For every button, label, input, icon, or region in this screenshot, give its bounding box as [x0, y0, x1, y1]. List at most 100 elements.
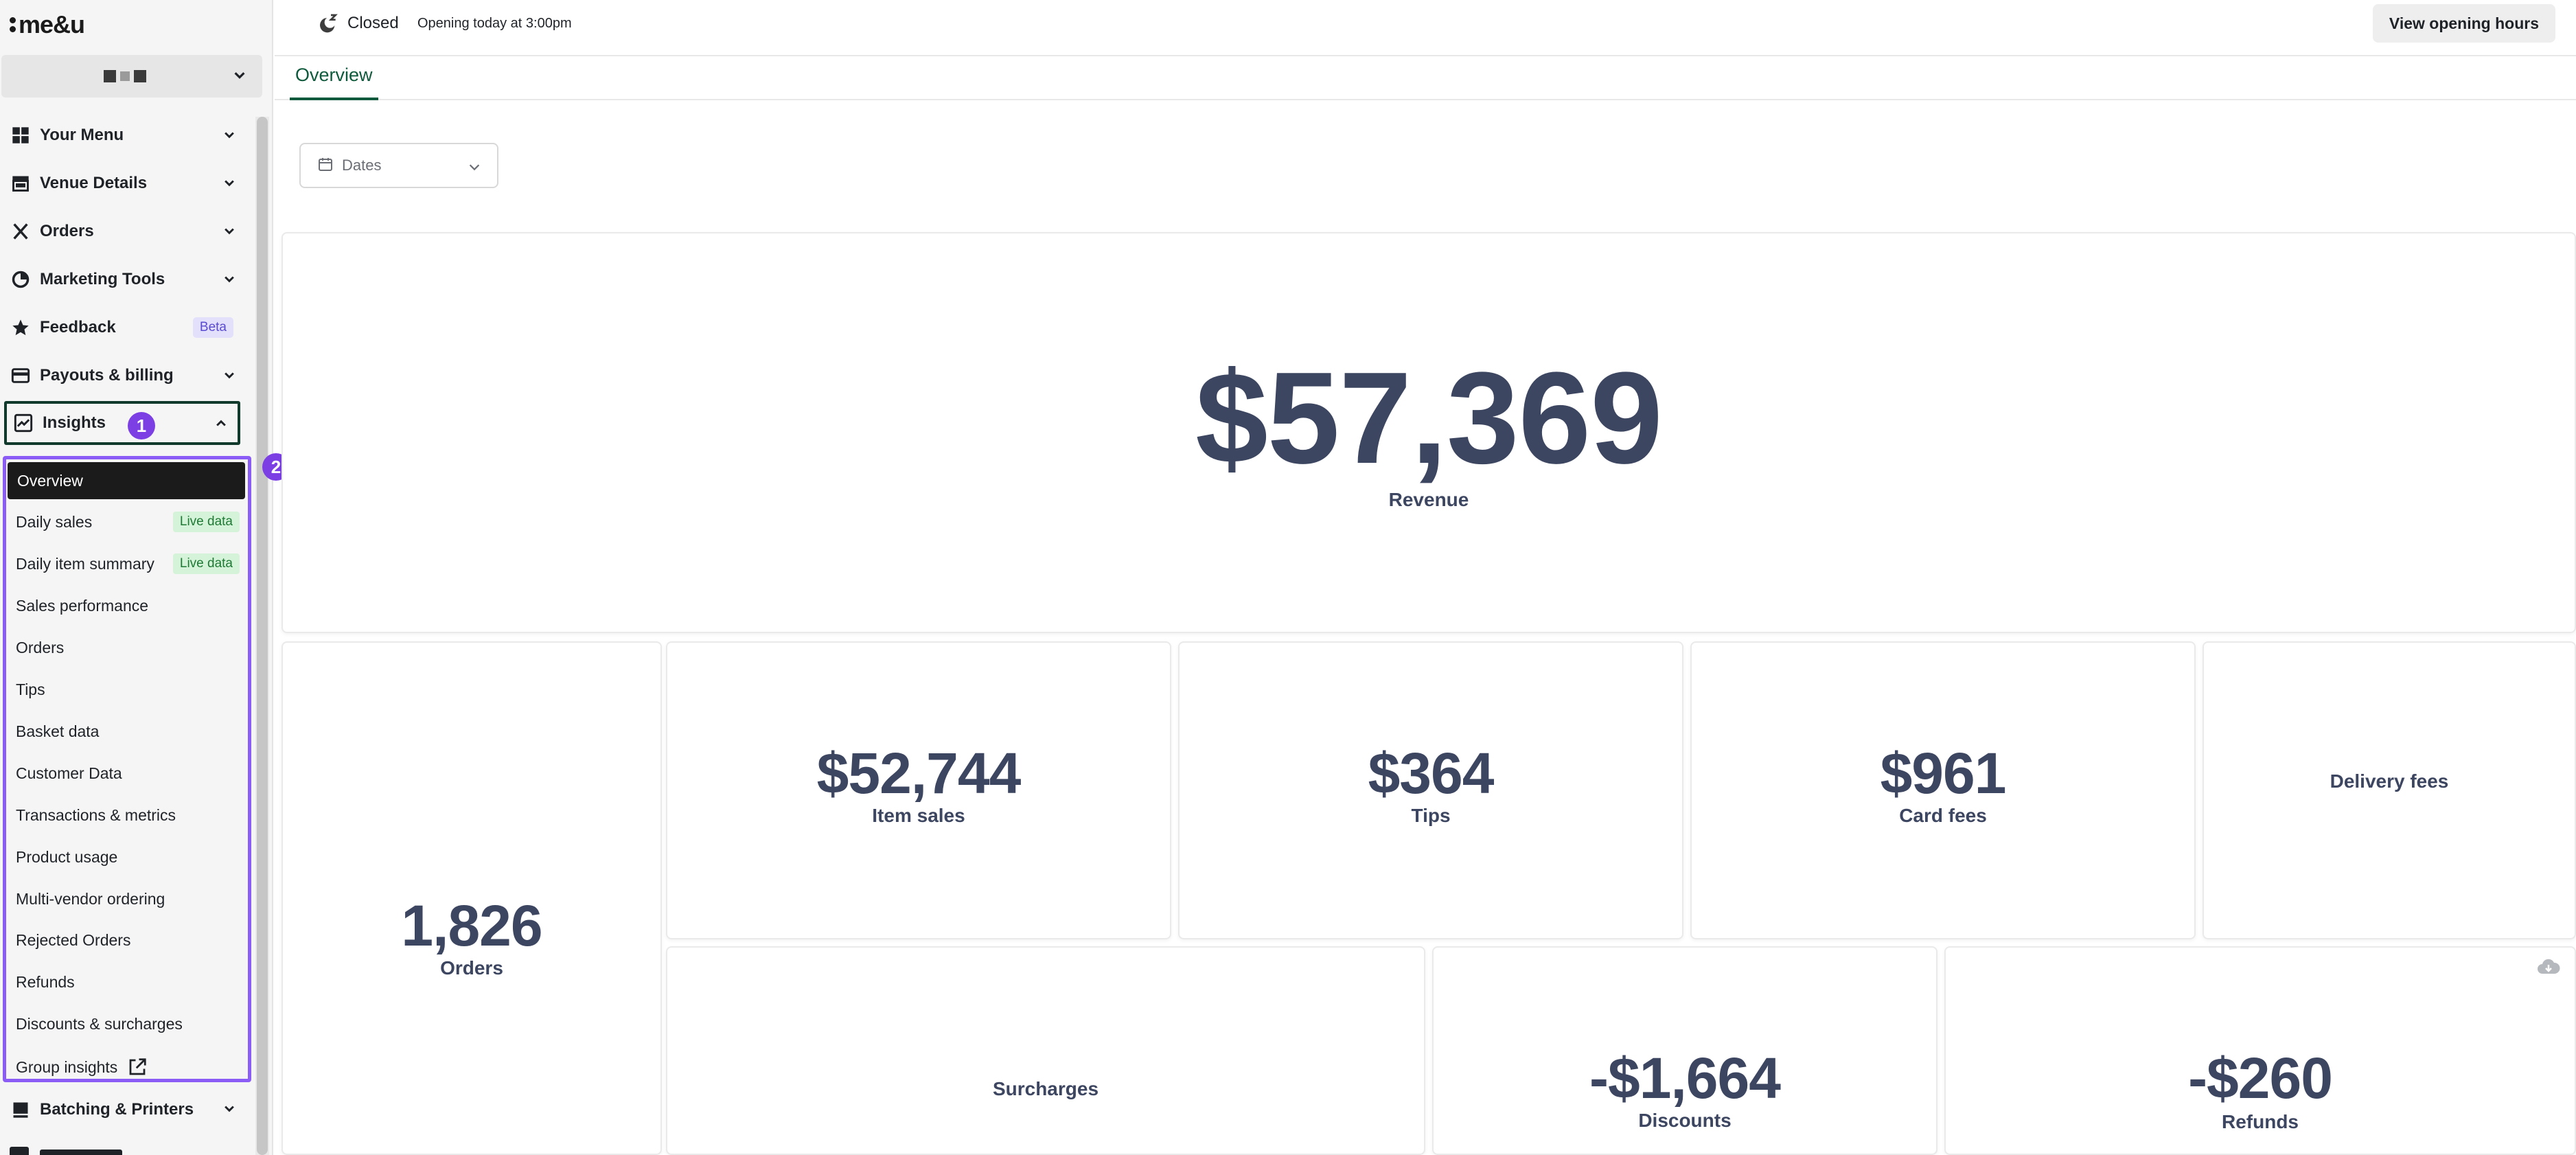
sidebar: me&u Your Menu Venue Details Orders Mark… [0, 0, 273, 1155]
metric-card-refunds: -$260 Refunds [1944, 946, 2576, 1155]
tab-overview[interactable]: Overview [290, 65, 378, 100]
subnav-item-label: Basket data [16, 722, 100, 740]
metric-value: -$260 [2188, 1046, 2333, 1110]
opening-time-text: Opening today at 3:00pm [417, 16, 572, 31]
subnav-item-label: Tips [16, 680, 45, 698]
subnav-item-sales-performance[interactable]: Sales performance [6, 587, 246, 624]
logo-dots-icon [10, 17, 16, 32]
metric-value: $52,744 [816, 741, 1022, 805]
metric-value: $57,369 [1195, 345, 1663, 491]
subnav-item-label: Refunds [16, 972, 75, 991]
subnav-item-label: Customer Data [16, 764, 122, 782]
sidebar-item-venue-details[interactable]: Venue Details [0, 159, 247, 207]
metric-label: Revenue [1388, 489, 1469, 510]
sidebar-item-orders[interactable]: Orders [0, 207, 247, 255]
cloud-download-icon[interactable] [2536, 957, 2561, 980]
chevron-down-icon [469, 164, 480, 171]
metric-card-revenue: $57,369 Revenue [281, 232, 2576, 633]
chevron-down-icon [225, 372, 234, 379]
brand-name: me&u [19, 10, 85, 38]
sidebar-item-partially-visible[interactable] [10, 1143, 216, 1155]
sidebar-item-your-menu[interactable]: Your Menu [0, 111, 247, 159]
sidebar-item-payouts-billing[interactable]: Payouts & billing [0, 352, 247, 400]
live-data-badge: Live data [172, 553, 240, 574]
metric-label: Discounts [1638, 1110, 1732, 1131]
chevron-down-icon [225, 276, 234, 283]
view-opening-hours-button[interactable]: View opening hours [2372, 4, 2555, 43]
subnav-item-product-usage[interactable]: Product usage [6, 838, 246, 876]
card-icon [10, 365, 32, 387]
chevron-down-icon [225, 180, 234, 187]
subnav-item-overview[interactable]: Overview [8, 462, 245, 499]
chevron-down-icon [234, 72, 245, 79]
subnav-item-tips[interactable]: Tips [6, 671, 246, 708]
sidebar-item-feedback[interactable]: Feedback Beta [0, 304, 247, 352]
live-data-badge: Live data [172, 512, 240, 532]
grid-icon [10, 124, 32, 146]
sidebar-item-marketing-tools[interactable]: Marketing Tools [0, 255, 247, 304]
metric-card-orders: 1,826 Orders [281, 641, 662, 1155]
metric-card-discounts: -$1,664 Discounts [1432, 946, 1937, 1155]
subnav-item-label: Daily sales [16, 512, 93, 531]
subnav-item-refunds[interactable]: Refunds [6, 963, 246, 1000]
subnav-item-rejected-orders[interactable]: Rejected Orders [6, 922, 246, 959]
sidebar-item-label: Batching & Printers [40, 1100, 194, 1119]
sidebar-nav: Your Menu Venue Details Orders Marketing… [0, 111, 247, 400]
chevron-down-icon [225, 1106, 234, 1112]
sidebar-item-insights[interactable]: Insights [4, 401, 240, 445]
annotation-marker-1: 1 [128, 412, 155, 439]
subnav-item-daily-item-summary[interactable]: Daily item summary Live data [6, 545, 246, 582]
metric-label: Orders [440, 957, 503, 979]
subnav-item-discounts-surcharges[interactable]: Discounts & surcharges [6, 1005, 246, 1042]
metric-label: Delivery fees [2330, 770, 2449, 792]
subnav-item-label: Overview [17, 471, 83, 490]
subnav-item-label: Daily item summary [16, 554, 154, 573]
sidebar-scrollbar[interactable] [255, 117, 269, 1155]
chevron-down-icon [225, 228, 234, 235]
chevron-down-icon [225, 132, 234, 139]
subnav-item-orders[interactable]: Orders [6, 629, 246, 666]
subnav-item-group-insights[interactable]: Group insights [6, 1049, 246, 1086]
metric-card-surcharges: Surcharges [666, 946, 1425, 1155]
brand-logo[interactable]: me&u [10, 10, 85, 38]
subnav-item-daily-sales[interactable]: Daily sales Live data [6, 503, 246, 540]
subnav-item-label: Group insights [16, 1057, 118, 1076]
metric-value: $364 [1368, 741, 1495, 805]
sidebar-item-label: Your Menu [40, 126, 124, 144]
metric-card-card-fees: $961 Card fees [1690, 641, 2196, 939]
star-icon [10, 317, 32, 339]
chevron-up-icon [216, 420, 226, 426]
calendar-icon [317, 156, 334, 176]
metric-label: Card fees [1899, 805, 1987, 826]
subnav-item-customer-data[interactable]: Customer Data [6, 755, 246, 792]
metric-label: Tips [1411, 805, 1451, 826]
subnav-item-basket-data[interactable]: Basket data [6, 713, 246, 750]
beta-badge: Beta [192, 317, 233, 338]
storefront-icon [10, 172, 32, 194]
venue-status-label: Closed [347, 14, 399, 32]
sidebar-item-label: Venue Details [40, 174, 148, 192]
venue-name-redacted [104, 70, 146, 82]
sidebar-item-label: Feedback [40, 318, 116, 336]
sidebar-item-label: Insights [43, 413, 106, 432]
subnav-item-label: Orders [16, 638, 65, 656]
subnav-item-label: Transactions & metrics [16, 805, 176, 824]
subnav-item-label: Discounts & surcharges [16, 1014, 183, 1033]
metric-label: Surcharges [992, 1078, 1099, 1099]
subnav-item-label: Sales performance [16, 596, 149, 615]
subnav-item-transactions-metrics[interactable]: Transactions & metrics [6, 797, 246, 834]
metric-card-item-sales: $52,744 Item sales [666, 641, 1171, 939]
subnav-item-label: Rejected Orders [16, 930, 131, 949]
subnav-item-label: Product usage [16, 847, 118, 866]
sidebar-scrollbar-thumb[interactable] [257, 117, 268, 1155]
sleep-status-icon [317, 12, 339, 38]
dates-filter-dropdown[interactable]: Dates [299, 143, 498, 188]
printer-icon [10, 1099, 32, 1121]
venue-selector[interactable] [1, 55, 262, 98]
subnav-item-multi-vendor-ordering[interactable]: Multi-vendor ordering [6, 880, 246, 917]
metric-card-tips: $364 Tips [1178, 641, 1683, 939]
sidebar-item-batching-printers[interactable]: Batching & Printers [0, 1088, 247, 1132]
line-chart-icon [12, 412, 34, 434]
page-tabs: Overview [275, 58, 2576, 100]
metric-card-delivery-fees: Delivery fees [2203, 641, 2576, 939]
